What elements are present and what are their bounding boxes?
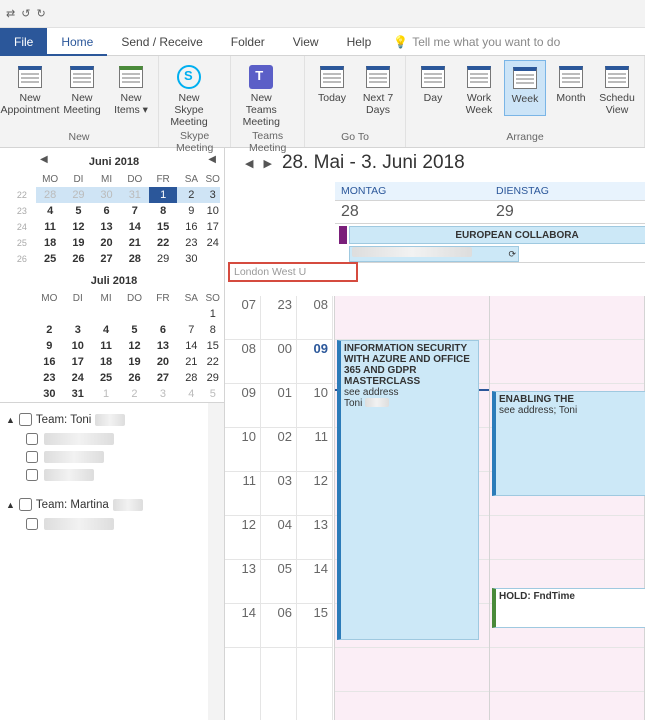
tab-view[interactable]: View (279, 28, 333, 56)
today-button[interactable]: Today (311, 60, 353, 116)
week-view-button[interactable]: Week (504, 60, 546, 116)
list-item[interactable]: x (4, 448, 220, 466)
day-number[interactable]: 29 (490, 200, 645, 223)
bulb-icon: 💡 (393, 35, 408, 49)
checkbox[interactable] (26, 469, 38, 481)
time-axis: 0708091011121314 2300010203040506 080910… (225, 296, 335, 720)
skype-icon (177, 65, 201, 89)
next-week-icon[interactable]: ▶ (263, 157, 271, 170)
team-group-toni[interactable]: ▲Team: Toni x (4, 409, 220, 430)
allday-event[interactable]: x⟳ (349, 246, 519, 262)
prev-month-icon[interactable]: ◀ (40, 154, 48, 165)
date-range-label: 28. Mai - 3. Juni 2018 (282, 152, 465, 174)
checkbox[interactable] (26, 451, 38, 463)
tab-bar: File Home Send / Receive Folder View Hel… (0, 28, 645, 56)
calendar-event[interactable]: ENABLING THE see address; Toni (492, 391, 645, 496)
timezone-label-highlight: London West U (228, 262, 358, 282)
day-headers: MONTAG 28 DIENSTAG 29 (335, 182, 645, 223)
calendar-icon (559, 66, 583, 88)
qat-redo-icon[interactable]: ↻ (36, 7, 45, 20)
day-name-tuesday: DIENSTAG (490, 182, 645, 200)
checkbox[interactable] (26, 433, 38, 445)
scrollbar[interactable] (208, 403, 224, 720)
quick-access-toolbar: ⇄ ↺ ↻ (0, 0, 645, 28)
tab-home[interactable]: Home (47, 28, 107, 56)
checkbox[interactable] (19, 413, 32, 426)
calendar-list: ▲Team: Toni x x x x ▲Team: Martina x x (0, 402, 224, 720)
calendar-area: ◀ ▶ 28. Mai - 3. Juni 2018 MONTAG 28 DIE… (225, 148, 645, 720)
qat-undo-icon[interactable]: ↺ (21, 7, 30, 20)
day-number[interactable]: 28 (335, 200, 490, 223)
list-item[interactable]: x (4, 466, 220, 484)
new-appointment-button[interactable]: New Appointment (6, 60, 54, 116)
tab-send-receive[interactable]: Send / Receive (107, 28, 216, 56)
new-items-button[interactable]: New Items ▾ (110, 60, 152, 116)
calendar-event[interactable]: HOLD: FndTime (492, 588, 645, 628)
calendar-icon (70, 66, 94, 88)
expand-icon: ▲ (6, 500, 15, 510)
collapse-sidebar-icon[interactable]: ◀ (208, 154, 216, 165)
new-skype-meeting-button[interactable]: New Skype Meeting (165, 60, 213, 128)
all-day-row[interactable]: EUROPEAN COLLABORA x⟳ (335, 223, 645, 263)
new-teams-meeting-button[interactable]: New Teams Meeting (237, 60, 285, 128)
calendar-icon (366, 66, 390, 88)
list-item[interactable]: x (4, 430, 220, 448)
calendar-icon (513, 67, 537, 89)
month-view-button[interactable]: Month (550, 60, 592, 116)
tab-folder[interactable]: Folder (217, 28, 279, 56)
teams-icon (249, 65, 273, 89)
work-week-view-button[interactable]: Work Week (458, 60, 500, 116)
prev-week-icon[interactable]: ◀ (245, 157, 253, 170)
checkbox[interactable] (26, 518, 38, 530)
ribbon: New Appointment New Meeting New Items ▾ … (0, 56, 645, 148)
next-7-days-button[interactable]: Next 7 Days (357, 60, 399, 116)
list-item[interactable]: x (4, 515, 220, 533)
day-column-tuesday[interactable]: ENABLING THE see address; Toni HOLD: Fnd… (490, 296, 645, 720)
sidebar: ◀ ◀ Juni 2018 MODIMIDOFRSASO222829303112… (0, 148, 225, 720)
calendar-icon (467, 66, 491, 88)
tell-me-search[interactable]: 💡 Tell me what you want to do (393, 35, 560, 49)
schedule-view-button[interactable]: Schedu View (596, 60, 638, 116)
calendar-icon (605, 66, 629, 88)
category-bar (339, 226, 347, 244)
expand-icon: ▲ (6, 415, 15, 425)
day-name-monday: MONTAG (335, 182, 490, 200)
calendar-icon (119, 66, 143, 88)
recurring-icon: ⟳ (508, 247, 516, 262)
calendar-icon (320, 66, 344, 88)
tab-help[interactable]: Help (333, 28, 386, 56)
mini-calendar-june: Juni 2018 MODIMIDOFRSASO2228293031123234… (8, 156, 220, 267)
checkbox[interactable] (19, 498, 32, 511)
day-view-button[interactable]: Day (412, 60, 454, 116)
new-meeting-button[interactable]: New Meeting (58, 60, 106, 116)
calendar-icon (18, 66, 42, 88)
team-group-martina[interactable]: ▲Team: Martina x (4, 494, 220, 515)
day-column-monday[interactable]: INFORMATION SECURITY WITH AZURE AND OFFI… (335, 296, 490, 720)
calendar-event[interactable]: INFORMATION SECURITY WITH AZURE AND OFFI… (337, 340, 479, 640)
qat-send-receive-icon[interactable]: ⇄ (6, 7, 15, 20)
allday-event[interactable]: EUROPEAN COLLABORA (349, 226, 645, 244)
calendar-icon (421, 66, 445, 88)
mini-calendar-july: Juli 2018 MODIMIDOFRSASO1234567891011121… (8, 275, 220, 402)
tab-file[interactable]: File (0, 28, 47, 56)
